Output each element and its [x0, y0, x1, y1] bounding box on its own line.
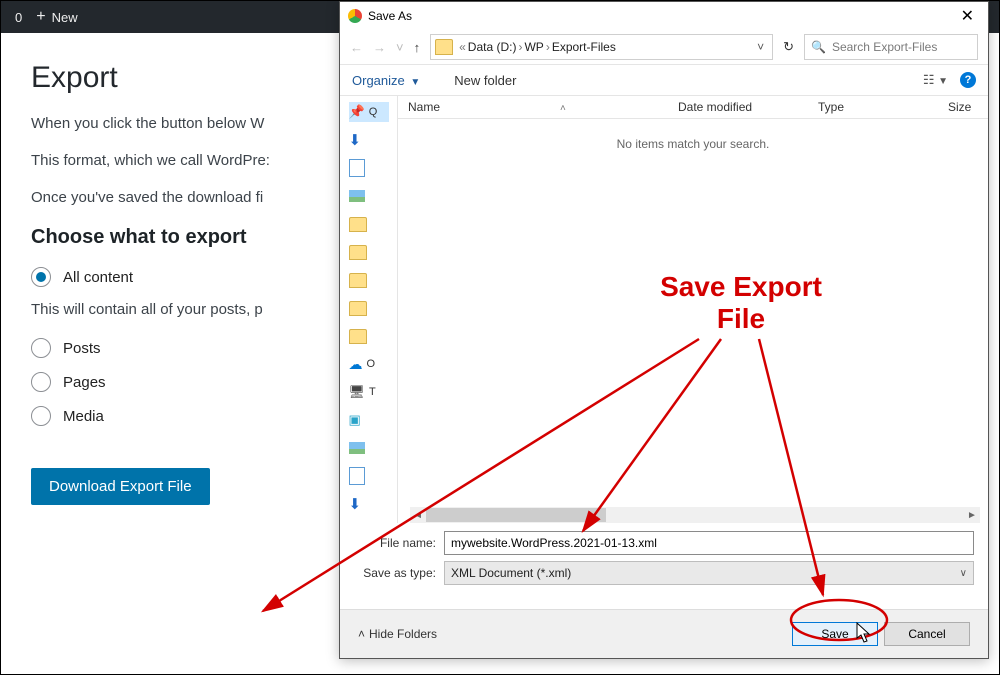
folder-tree[interactable]: 📌Q ⬇ ☁O 🖥T ▣ ⬇ [340, 96, 398, 523]
chevron-right-icon: › [518, 40, 522, 54]
annotation-label: Save ExportFile [641, 271, 841, 335]
chevron-down-icon: ▼ [410, 77, 420, 88]
save-as-type-select[interactable]: XML Document (*.xml) ∨ [444, 561, 974, 585]
save-button[interactable]: Save [792, 622, 878, 646]
chrome-icon [348, 9, 362, 23]
3d-objects-icon: ▣ [349, 412, 361, 428]
crumb-export-files[interactable]: Export-Files [552, 40, 616, 54]
folder-icon [349, 245, 367, 260]
download-export-button[interactable]: Download Export File [31, 468, 210, 505]
radio-label: Posts [63, 340, 101, 357]
radio-icon [31, 338, 51, 358]
onedrive-icon: ☁ [349, 356, 363, 373]
folder-icon [349, 329, 367, 344]
chevron-down-icon[interactable]: ˅ [753, 40, 768, 54]
toolbar: Organize ▼ New folder ☷ ▼ ? [340, 64, 988, 96]
col-size: Size [938, 100, 981, 114]
radio-label: All content [63, 269, 133, 286]
breadcrumb[interactable]: « Data (D:) › WP › Export-Files ˅ [430, 34, 773, 60]
back-icon[interactable]: ← [350, 40, 363, 55]
folder-icon [349, 217, 367, 232]
pin-icon: 📌 [349, 104, 365, 120]
empty-message: No items match your search. [398, 137, 988, 151]
cancel-button[interactable]: Cancel [884, 622, 970, 646]
scroll-left-icon[interactable]: ◄ [410, 510, 426, 521]
nav-bar: ← → ˅ ↑ « Data (D:) › WP › Export-Files … [340, 30, 988, 64]
col-name: Name [408, 100, 440, 114]
recent-dropdown-icon[interactable]: ˅ [396, 40, 404, 55]
radio-icon [31, 406, 51, 426]
downloads-icon: ⬇ [349, 495, 362, 513]
horizontal-scrollbar[interactable]: ◄ ► [410, 507, 980, 523]
file-name-input[interactable] [444, 531, 974, 555]
radio-label: Pages [63, 374, 106, 391]
refresh-icon[interactable]: ↻ [783, 39, 794, 55]
dialog-titlebar: Save As ✕ [340, 2, 988, 30]
folder-icon [435, 39, 453, 55]
search-icon: 🔍 [811, 40, 826, 54]
file-name-label: File name: [354, 536, 436, 550]
radio-icon [31, 267, 51, 287]
thispc-icon: 🖥 [349, 384, 366, 400]
save-as-type-label: Save as type: [354, 566, 436, 580]
view-options-icon[interactable]: ☷ ▼ [923, 72, 948, 88]
chevron-up-icon: ˄ [358, 627, 365, 641]
up-icon[interactable]: ↑ [414, 40, 421, 55]
plus-icon: + [36, 8, 45, 26]
dialog-title: Save As [368, 9, 412, 23]
scroll-thumb[interactable] [426, 508, 606, 522]
hide-folders-toggle[interactable]: ˄Hide Folders [358, 627, 437, 641]
crumb-data[interactable]: Data (D:) [468, 40, 517, 54]
radio-label: Media [63, 408, 104, 425]
organize-menu[interactable]: Organize ▼ [352, 73, 420, 88]
folder-icon [349, 273, 367, 288]
chevron-right-icon: › [546, 40, 550, 54]
documents-icon [349, 467, 365, 485]
comments-count[interactable]: 0 [15, 10, 22, 25]
column-headers[interactable]: Name ˄ Date modified Type Size [398, 96, 988, 119]
pictures-icon [349, 190, 365, 202]
col-date: Date modified [668, 100, 808, 114]
help-icon[interactable]: ? [960, 72, 976, 88]
tree-quick-access: 📌Q [349, 102, 389, 122]
forward-icon[interactable]: → [373, 40, 386, 55]
scroll-right-icon[interactable]: ► [964, 510, 980, 521]
radio-icon [31, 372, 51, 392]
new-link[interactable]: New [52, 10, 78, 25]
documents-icon [349, 159, 365, 177]
close-icon[interactable]: ✕ [955, 6, 980, 26]
chevron-down-icon: ∨ [960, 568, 967, 579]
search-placeholder: Search Export-Files [832, 40, 937, 54]
desktop-icon [349, 442, 365, 454]
folder-icon [349, 301, 367, 316]
search-input[interactable]: 🔍 Search Export-Files [804, 34, 978, 60]
col-type: Type [808, 100, 938, 114]
crumb-wp[interactable]: WP [524, 40, 543, 54]
sort-asc-icon: ˄ [560, 103, 566, 114]
downloads-icon: ⬇ [349, 131, 362, 149]
new-folder-button[interactable]: New folder [454, 73, 516, 88]
